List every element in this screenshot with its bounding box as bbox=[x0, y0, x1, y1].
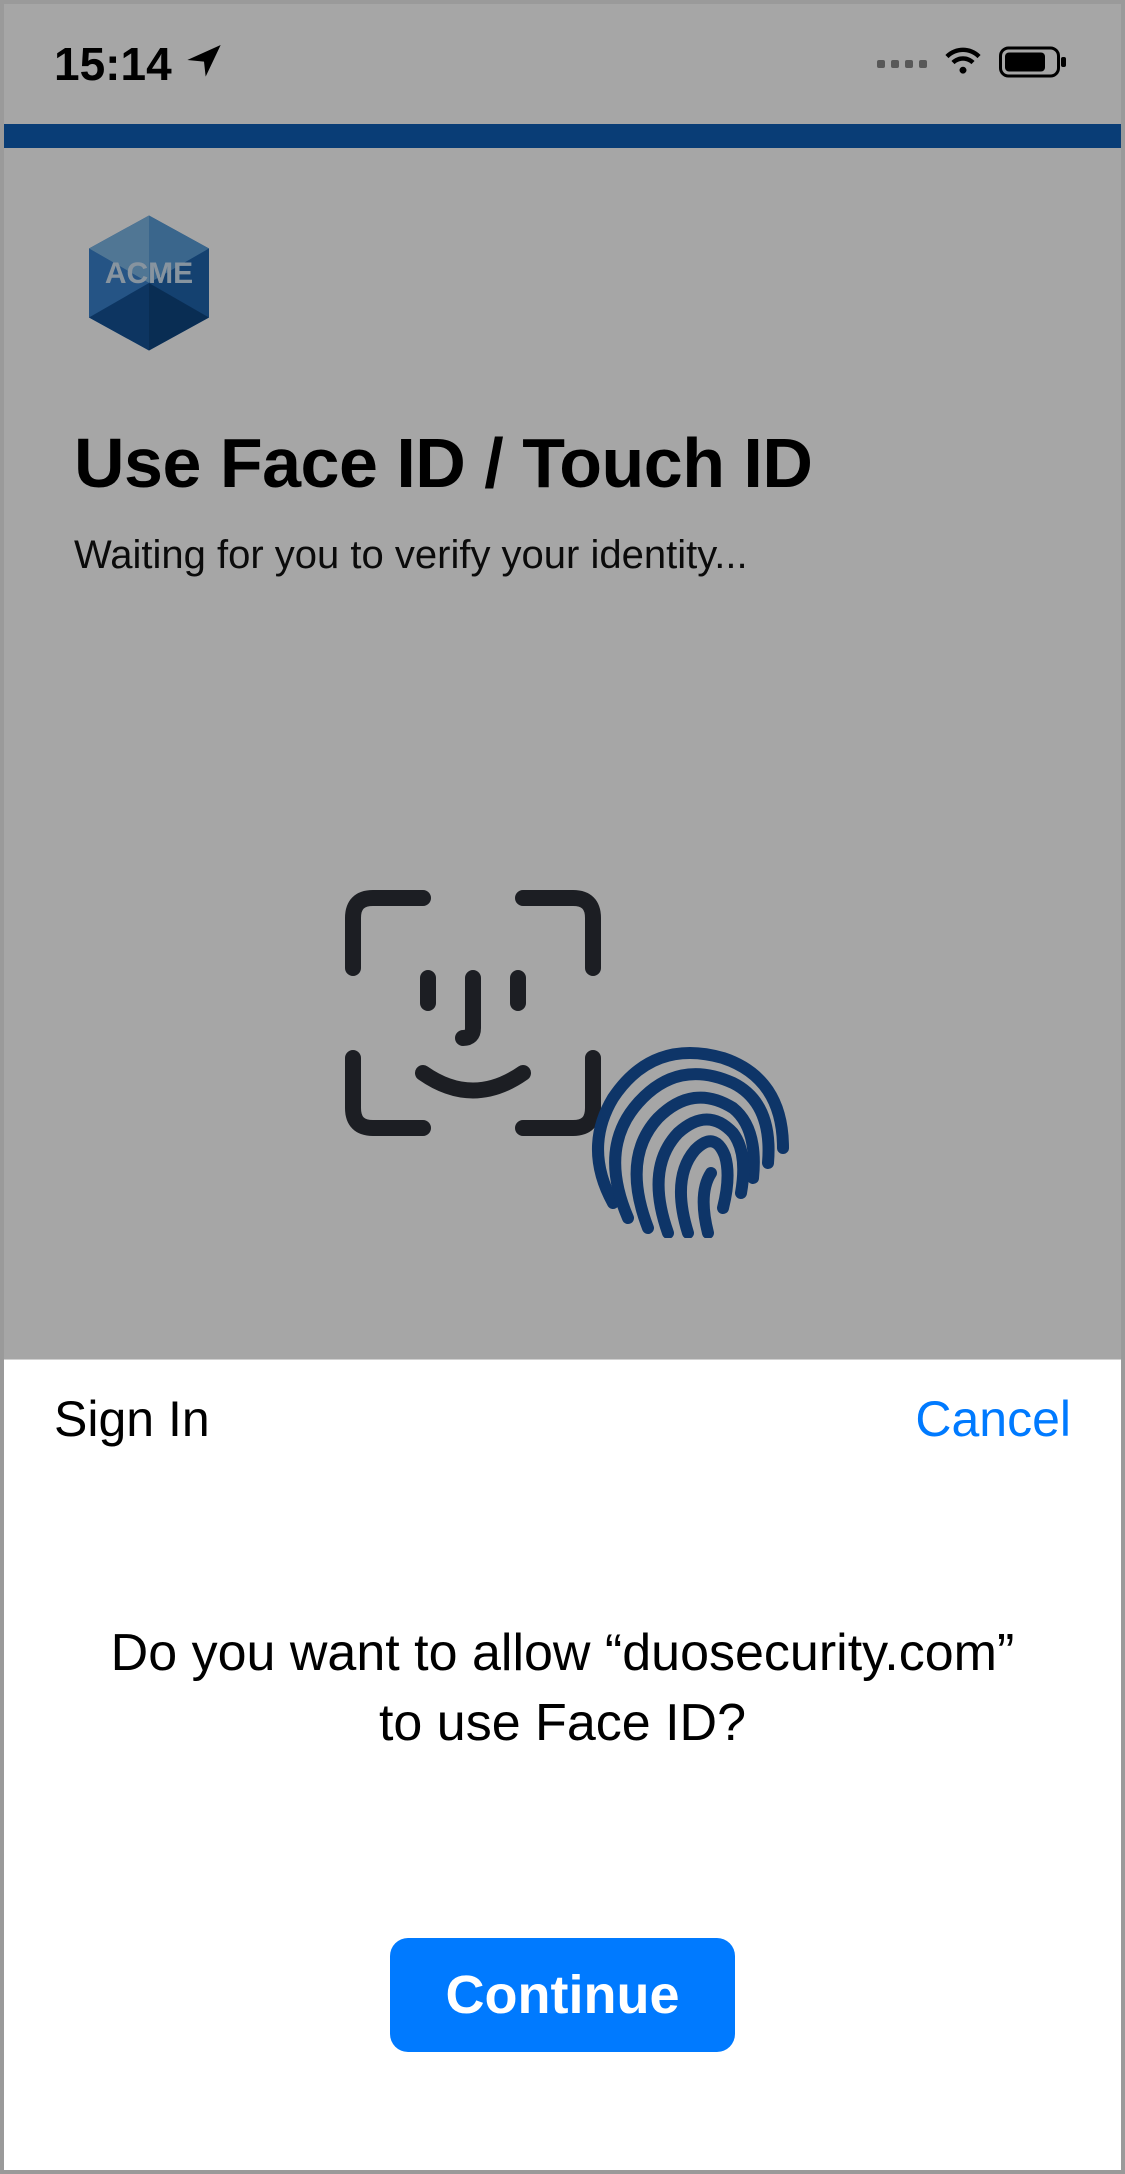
acme-logo-icon: ACME bbox=[74, 208, 224, 358]
biometric-illustration bbox=[74, 878, 1051, 1238]
brand-logo: ACME bbox=[74, 208, 1051, 363]
sheet-prompt: Do you want to allow “duosecurity.com” t… bbox=[44, 1618, 1081, 1758]
status-bar-right bbox=[877, 37, 1071, 92]
page-heading: Use Face ID / Touch ID bbox=[74, 423, 1051, 503]
sheet-footer: Continue bbox=[44, 1938, 1081, 2052]
status-bar-left: 15:14 bbox=[54, 37, 224, 91]
faceid-icon bbox=[353, 898, 593, 1128]
cancel-button[interactable]: Cancel bbox=[915, 1390, 1071, 1448]
page-subheading: Waiting for you to verify your identity.… bbox=[74, 533, 1051, 578]
sheet-title: Sign In bbox=[54, 1390, 210, 1448]
status-bar: 15:14 bbox=[4, 4, 1121, 124]
main-content: ACME Use Face ID / Touch ID Waiting for … bbox=[4, 148, 1121, 1238]
top-accent-bar bbox=[4, 124, 1121, 148]
location-arrow-icon bbox=[184, 37, 224, 91]
status-time: 15:14 bbox=[54, 37, 172, 91]
continue-button[interactable]: Continue bbox=[390, 1938, 736, 2052]
sheet-header: Sign In Cancel bbox=[44, 1390, 1081, 1448]
signin-sheet: Sign In Cancel Do you want to allow “duo… bbox=[4, 1360, 1121, 2170]
cellular-dots-icon bbox=[877, 60, 927, 68]
wifi-icon bbox=[941, 37, 985, 92]
device-frame: 15:14 bbox=[0, 0, 1125, 2174]
touchid-icon bbox=[598, 1053, 783, 1233]
acme-logo-text: ACME bbox=[105, 257, 193, 290]
battery-icon bbox=[999, 37, 1071, 91]
